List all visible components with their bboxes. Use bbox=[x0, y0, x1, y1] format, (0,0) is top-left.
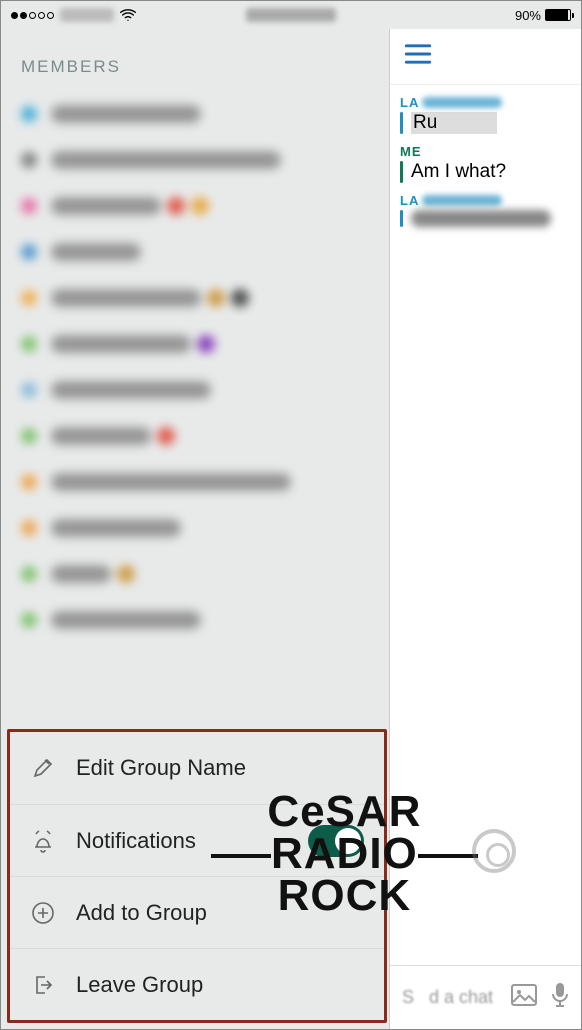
message-text: Ru bbox=[411, 112, 497, 134]
leave-icon bbox=[30, 972, 56, 998]
message: ME Am I what? bbox=[390, 140, 581, 189]
action-label: Leave Group bbox=[76, 972, 203, 998]
member-row[interactable] bbox=[21, 459, 371, 505]
menu-icon[interactable] bbox=[404, 43, 432, 70]
message: LA Ru bbox=[390, 91, 581, 140]
battery-percent: 90% bbox=[515, 8, 541, 23]
status-time bbox=[246, 8, 336, 22]
chat-input-bar: S d a chat bbox=[390, 965, 581, 1029]
group-actions-outline: Edit Group Name Notifications Add to Gro… bbox=[7, 729, 387, 1023]
notifications-toggle[interactable] bbox=[308, 825, 364, 857]
members-list bbox=[1, 91, 391, 643]
sender-label: ME bbox=[400, 144, 571, 159]
add-to-group-button[interactable]: Add to Group bbox=[10, 876, 384, 948]
notifications-row[interactable]: Notifications bbox=[10, 804, 384, 876]
member-row[interactable] bbox=[21, 597, 371, 643]
edit-group-name-button[interactable]: Edit Group Name bbox=[10, 732, 384, 804]
member-row[interactable] bbox=[21, 91, 371, 137]
action-label: Edit Group Name bbox=[76, 755, 246, 781]
member-row[interactable] bbox=[21, 413, 371, 459]
message-text: Am I what? bbox=[411, 161, 506, 183]
action-label: Add to Group bbox=[76, 900, 207, 926]
status-left bbox=[11, 8, 136, 22]
member-row[interactable] bbox=[21, 229, 371, 275]
signal-dots-icon bbox=[11, 12, 54, 19]
member-row[interactable] bbox=[21, 551, 371, 597]
chat-input[interactable]: S d a chat bbox=[402, 980, 497, 1016]
action-label: Notifications bbox=[76, 828, 196, 854]
member-row[interactable] bbox=[21, 505, 371, 551]
member-row[interactable] bbox=[21, 275, 371, 321]
member-row[interactable] bbox=[21, 321, 371, 367]
image-icon[interactable] bbox=[511, 984, 537, 1011]
sender-label: LA bbox=[400, 193, 571, 208]
chat-header bbox=[390, 29, 581, 85]
member-row[interactable] bbox=[21, 183, 371, 229]
wifi-icon bbox=[120, 9, 136, 21]
battery-icon bbox=[545, 9, 571, 21]
message-text bbox=[411, 210, 551, 227]
mic-icon[interactable] bbox=[551, 982, 569, 1013]
member-row[interactable] bbox=[21, 367, 371, 413]
message: LA bbox=[390, 189, 581, 233]
chat-panel: LA Ru ME Am I what? LA S d a chat bbox=[389, 29, 581, 1029]
plus-circle-icon bbox=[30, 900, 56, 926]
members-section-title: MEMBERS bbox=[1, 29, 391, 91]
bell-icon bbox=[30, 828, 56, 854]
sender-label: LA bbox=[400, 95, 571, 110]
status-right: 90% bbox=[515, 8, 571, 23]
group-settings-panel: MEMBERS Edit Group Name Notifications bbox=[1, 29, 391, 1029]
pencil-icon bbox=[30, 755, 56, 781]
leave-group-button[interactable]: Leave Group bbox=[10, 948, 384, 1020]
carrier-label bbox=[60, 8, 114, 22]
member-row[interactable] bbox=[21, 137, 371, 183]
chat-messages[interactable]: LA Ru ME Am I what? LA bbox=[390, 85, 581, 965]
status-bar: 90% bbox=[1, 1, 581, 29]
